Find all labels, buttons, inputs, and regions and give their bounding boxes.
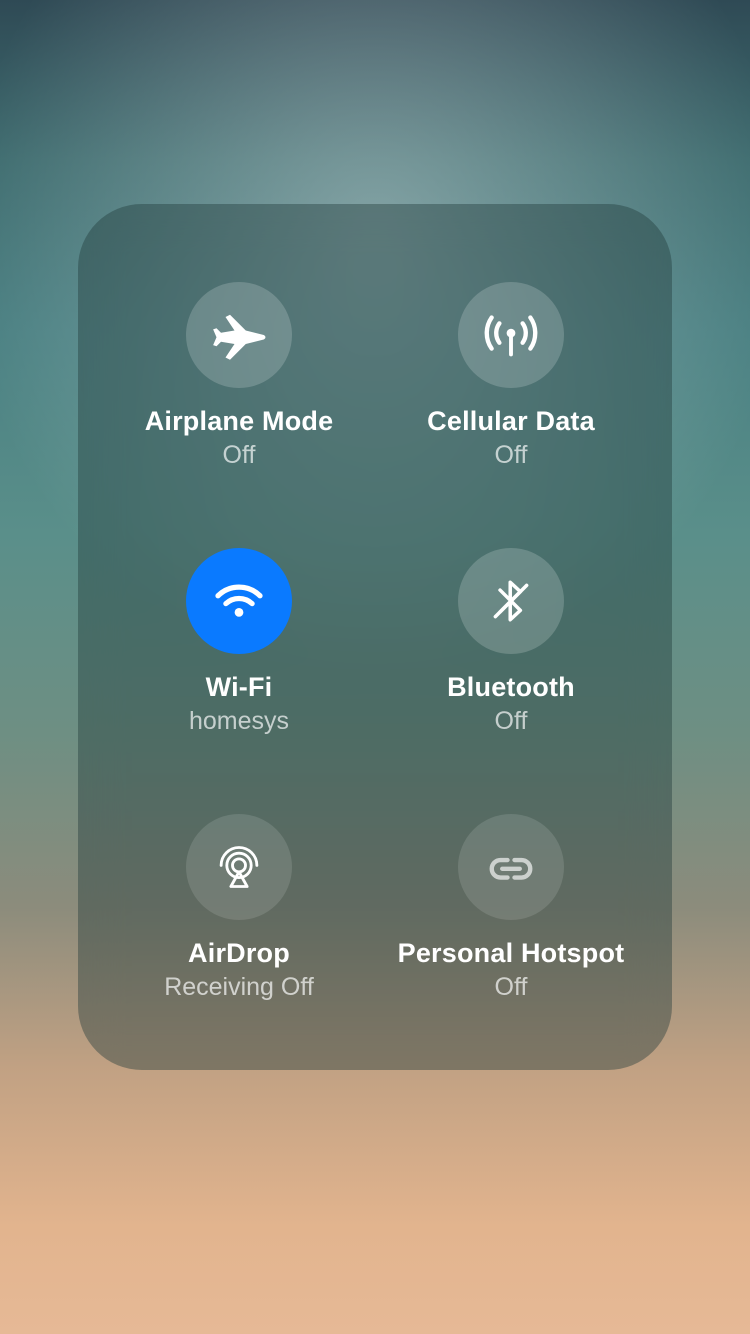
personal-hotspot-label: Personal Hotspot (398, 938, 625, 969)
wifi-icon-circle (186, 548, 292, 654)
airplane-mode-control[interactable]: Airplane Mode Off (108, 282, 370, 488)
airplane-icon-circle (186, 282, 292, 388)
cellular-antenna-icon (480, 304, 542, 366)
wifi-control[interactable]: Wi-Fi homesys (108, 548, 370, 754)
bluetooth-status: Off (495, 707, 528, 736)
cellular-data-status: Off (495, 441, 528, 470)
connectivity-expanded-panel: Airplane Mode Off Cellular Data Off (78, 204, 672, 1070)
airplane-mode-label: Airplane Mode (145, 406, 334, 437)
airdrop-icon (213, 841, 265, 893)
hotspot-chain-icon (483, 839, 539, 895)
cellular-icon-circle (458, 282, 564, 388)
bluetooth-icon-circle (458, 548, 564, 654)
airdrop-control[interactable]: AirDrop Receiving Off (108, 814, 370, 1020)
personal-hotspot-status: Off (495, 973, 528, 1002)
hotspot-icon-circle (458, 814, 564, 920)
airdrop-label: AirDrop (188, 938, 290, 969)
wifi-label: Wi-Fi (206, 672, 273, 703)
wifi-icon (211, 573, 267, 629)
airdrop-icon-circle (186, 814, 292, 920)
bluetooth-label: Bluetooth (447, 672, 575, 703)
cellular-data-control[interactable]: Cellular Data Off (380, 282, 642, 488)
bluetooth-control[interactable]: Bluetooth Off (380, 548, 642, 754)
cellular-data-label: Cellular Data (427, 406, 595, 437)
airplane-mode-status: Off (223, 441, 256, 470)
personal-hotspot-control[interactable]: Personal Hotspot Off (380, 814, 642, 1020)
wifi-status: homesys (189, 707, 289, 736)
airplane-icon (212, 308, 266, 362)
bluetooth-off-icon (486, 576, 536, 626)
airdrop-status: Receiving Off (164, 973, 314, 1002)
